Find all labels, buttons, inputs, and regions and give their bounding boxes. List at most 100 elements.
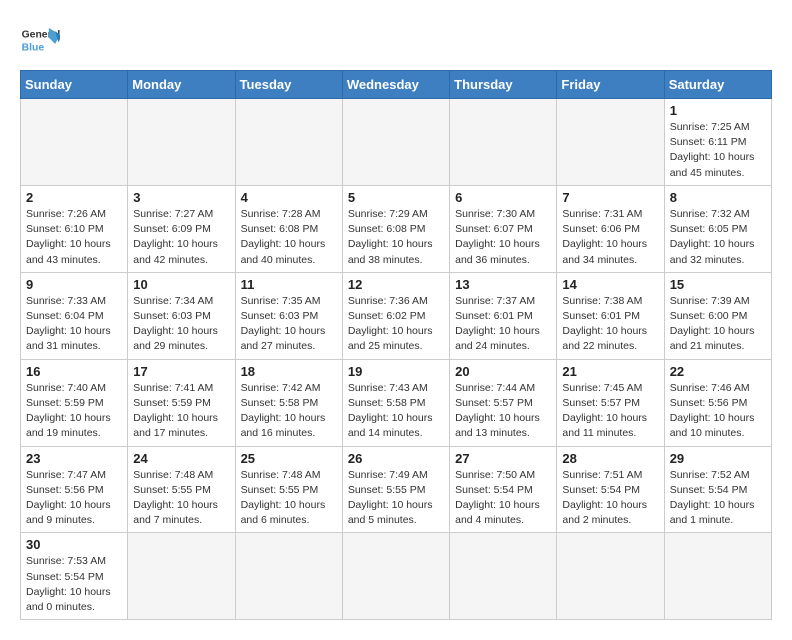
day-number: 20 [455,364,551,379]
day-number: 15 [670,277,766,292]
day-info: Sunrise: 7:41 AMSunset: 5:59 PMDaylight:… [133,381,229,442]
calendar-cell: 18 Sunrise: 7:42 AMSunset: 5:58 PMDayligh… [235,359,342,446]
day-info: Sunrise: 7:43 AMSunset: 5:58 PMDaylight:… [348,381,444,442]
day-number: 14 [562,277,658,292]
day-number: 24 [133,451,229,466]
calendar-header-row: SundayMondayTuesdayWednesdayThursdayFrid… [21,71,772,99]
calendar-cell: 19 Sunrise: 7:43 AMSunset: 5:58 PMDayligh… [342,359,449,446]
day-info: Sunrise: 7:36 AMSunset: 6:02 PMDaylight:… [348,294,444,355]
day-number: 19 [348,364,444,379]
day-info: Sunrise: 7:31 AMSunset: 6:06 PMDaylight:… [562,207,658,268]
calendar-week-2: 9Sunrise: 7:33 AMSunset: 6:04 PMDaylight… [21,272,772,359]
day-info: Sunrise: 7:28 AMSunset: 6:08 PMDaylight:… [241,207,337,268]
day-info: Sunrise: 7:38 AMSunset: 6:01 PMDaylight:… [562,294,658,355]
day-info: Sunrise: 7:29 AMSunset: 6:08 PMDaylight:… [348,207,444,268]
calendar-cell [21,99,128,186]
svg-text:Blue: Blue [22,42,45,53]
calendar-cell: 8Sunrise: 7:32 AMSunset: 6:05 PMDaylight… [664,185,771,272]
day-info: Sunrise: 7:53 AMSunset: 5:54 PMDaylight:… [26,554,122,615]
logo-icon: General Blue [20,20,60,60]
day-info: Sunrise: 7:50 AMSunset: 5:54 PMDaylight:… [455,468,551,529]
day-header-sunday: Sunday [21,71,128,99]
day-info: Sunrise: 7:37 AMSunset: 6:01 PMDaylight:… [455,294,551,355]
day-number: 12 [348,277,444,292]
calendar-cell [450,533,557,620]
day-number: 2 [26,190,122,205]
calendar-cell: 3 Sunrise: 7:27 AMSunset: 6:09 PMDaylight… [128,185,235,272]
calendar-cell: 9Sunrise: 7:33 AMSunset: 6:04 PMDaylight… [21,272,128,359]
day-header-friday: Friday [557,71,664,99]
calendar-week-3: 16Sunrise: 7:40 AMSunset: 5:59 PMDayligh… [21,359,772,446]
day-header-monday: Monday [128,71,235,99]
day-info: Sunrise: 7:45 AMSunset: 5:57 PMDaylight:… [562,381,658,442]
day-info: Sunrise: 7:52 AMSunset: 5:54 PMDaylight:… [670,468,766,529]
calendar-cell: 10 Sunrise: 7:34 AMSunset: 6:03 PMDayligh… [128,272,235,359]
day-number: 11 [241,277,337,292]
day-info: Sunrise: 7:40 AMSunset: 5:59 PMDaylight:… [26,381,122,442]
day-info: Sunrise: 7:42 AMSunset: 5:58 PMDaylight:… [241,381,337,442]
calendar-cell: 30Sunrise: 7:53 AMSunset: 5:54 PMDayligh… [21,533,128,620]
calendar-week-4: 23 Sunrise: 7:47 AMSunset: 5:56 PMDayligh… [21,446,772,533]
calendar-cell: 7 Sunrise: 7:31 AMSunset: 6:06 PMDaylight… [557,185,664,272]
day-info: Sunrise: 7:33 AMSunset: 6:04 PMDaylight:… [26,294,122,355]
calendar-cell: 6Sunrise: 7:30 AMSunset: 6:07 PMDaylight… [450,185,557,272]
day-info: Sunrise: 7:35 AMSunset: 6:03 PMDaylight:… [241,294,337,355]
day-number: 1 [670,103,766,118]
day-number: 25 [241,451,337,466]
day-number: 22 [670,364,766,379]
day-info: Sunrise: 7:34 AMSunset: 6:03 PMDaylight:… [133,294,229,355]
calendar-cell: 21 Sunrise: 7:45 AMSunset: 5:57 PMDayligh… [557,359,664,446]
day-info: Sunrise: 7:25 AMSunset: 6:11 PMDaylight:… [670,120,766,181]
day-number: 6 [455,190,551,205]
day-header-wednesday: Wednesday [342,71,449,99]
calendar-cell [235,99,342,186]
calendar-week-0: 1 Sunrise: 7:25 AMSunset: 6:11 PMDaylight… [21,99,772,186]
calendar-cell: 4Sunrise: 7:28 AMSunset: 6:08 PMDaylight… [235,185,342,272]
day-info: Sunrise: 7:51 AMSunset: 5:54 PMDaylight:… [562,468,658,529]
calendar-week-1: 2 Sunrise: 7:26 AMSunset: 6:10 PMDaylight… [21,185,772,272]
day-header-tuesday: Tuesday [235,71,342,99]
calendar-cell: 5 Sunrise: 7:29 AMSunset: 6:08 PMDaylight… [342,185,449,272]
calendar-cell: 15Sunrise: 7:39 AMSunset: 6:00 PMDayligh… [664,272,771,359]
day-number: 3 [133,190,229,205]
logo: General Blue [20,20,60,60]
day-number: 23 [26,451,122,466]
calendar-cell: 22 Sunrise: 7:46 AMSunset: 5:56 PMDayligh… [664,359,771,446]
calendar-cell: 14 Sunrise: 7:38 AMSunset: 6:01 PMDayligh… [557,272,664,359]
calendar-cell: 13 Sunrise: 7:37 AMSunset: 6:01 PMDayligh… [450,272,557,359]
calendar-cell: 24Sunrise: 7:48 AMSunset: 5:55 PMDayligh… [128,446,235,533]
day-number: 8 [670,190,766,205]
calendar-cell: 20Sunrise: 7:44 AMSunset: 5:57 PMDayligh… [450,359,557,446]
calendar-cell: 16Sunrise: 7:40 AMSunset: 5:59 PMDayligh… [21,359,128,446]
calendar-cell [450,99,557,186]
day-number: 5 [348,190,444,205]
day-number: 21 [562,364,658,379]
page-header: General Blue [20,20,772,60]
day-number: 7 [562,190,658,205]
calendar-cell: 23 Sunrise: 7:47 AMSunset: 5:56 PMDayligh… [21,446,128,533]
day-info: Sunrise: 7:47 AMSunset: 5:56 PMDaylight:… [26,468,122,529]
day-number: 17 [133,364,229,379]
day-info: Sunrise: 7:27 AMSunset: 6:09 PMDaylight:… [133,207,229,268]
day-number: 29 [670,451,766,466]
calendar-cell: 26 Sunrise: 7:49 AMSunset: 5:55 PMDayligh… [342,446,449,533]
day-number: 13 [455,277,551,292]
day-number: 27 [455,451,551,466]
day-header-saturday: Saturday [664,71,771,99]
calendar-cell: 11 Sunrise: 7:35 AMSunset: 6:03 PMDayligh… [235,272,342,359]
day-number: 18 [241,364,337,379]
calendar-cell [128,99,235,186]
calendar-week-5: 30Sunrise: 7:53 AMSunset: 5:54 PMDayligh… [21,533,772,620]
calendar-cell [342,533,449,620]
day-info: Sunrise: 7:49 AMSunset: 5:55 PMDaylight:… [348,468,444,529]
day-info: Sunrise: 7:46 AMSunset: 5:56 PMDaylight:… [670,381,766,442]
calendar-cell [664,533,771,620]
day-header-thursday: Thursday [450,71,557,99]
calendar-cell [128,533,235,620]
day-number: 26 [348,451,444,466]
calendar-table: SundayMondayTuesdayWednesdayThursdayFrid… [20,70,772,620]
day-info: Sunrise: 7:26 AMSunset: 6:10 PMDaylight:… [26,207,122,268]
calendar-cell [557,533,664,620]
day-number: 10 [133,277,229,292]
calendar-cell: 29 Sunrise: 7:52 AMSunset: 5:54 PMDayligh… [664,446,771,533]
